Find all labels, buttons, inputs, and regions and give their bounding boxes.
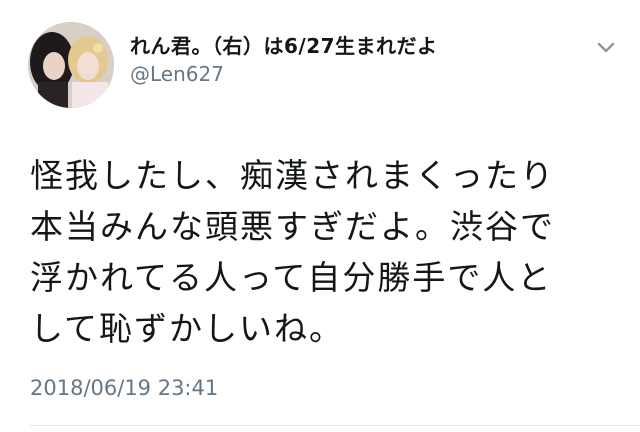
avatar[interactable] [28, 22, 114, 108]
chevron-down-icon[interactable] [594, 38, 618, 58]
avatar-photo-icon [28, 22, 114, 108]
tweet-text-line: して恥ずかしいね。 [30, 309, 345, 348]
divider [30, 425, 640, 426]
tweet-text: 怪我したし、痴漢されまくったり 本当みんな頭悪すぎだよ。渋谷で 浮かれてる人って… [30, 150, 620, 354]
author-handle[interactable]: @Len627 [130, 62, 224, 86]
tweet-card: れん君。（右）は6/27生まれだよ @Len627 怪我したし、痴漢されまくった… [0, 0, 640, 432]
tweet-text-line: 本当みんな頭悪すぎだよ。渋谷で [30, 207, 555, 246]
author-display-name[interactable]: れん君。（右）は6/27生まれだよ [130, 30, 438, 59]
tweet-text-line: 浮かれてる人って自分勝手で人と [30, 258, 553, 297]
tweet-text-line: 怪我したし、痴漢されまくったり [30, 156, 555, 195]
tweet-timestamp[interactable]: 2018/06/19 23:41 [30, 376, 218, 400]
